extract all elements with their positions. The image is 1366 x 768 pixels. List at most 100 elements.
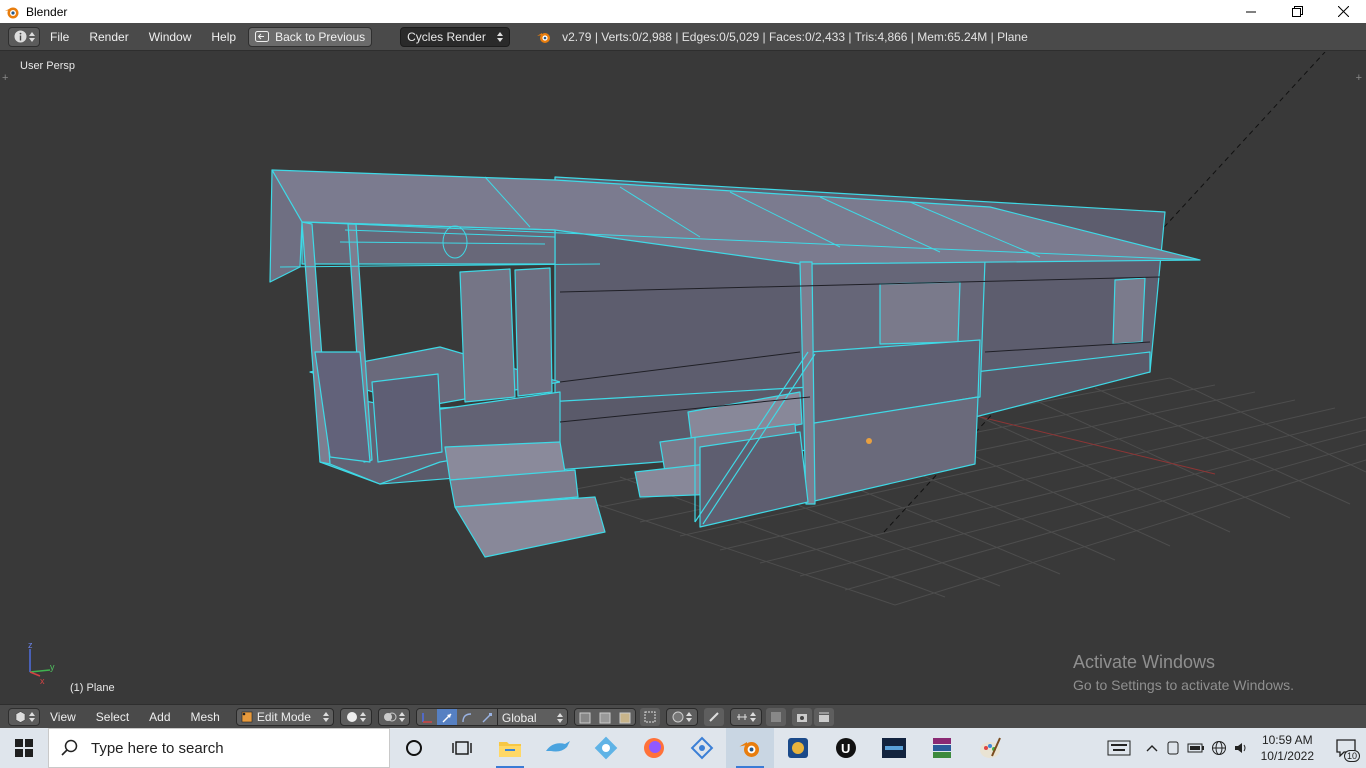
battery-icon[interactable] xyxy=(1187,740,1205,756)
opengl-animation-button[interactable] xyxy=(813,707,834,726)
snap-target-button[interactable] xyxy=(765,707,786,726)
taskbar-file-explorer[interactable] xyxy=(486,728,534,768)
snowflake-app-icon xyxy=(594,736,618,760)
updown-arrows-icon xyxy=(556,712,563,723)
clapperboard-icon xyxy=(818,711,829,722)
task-view-icon xyxy=(452,741,472,755)
game-launcher-icon xyxy=(882,738,906,758)
3d-view-editor-selector[interactable] xyxy=(8,707,40,726)
menu-window[interactable]: Window xyxy=(139,27,202,47)
menu-file[interactable]: File xyxy=(40,27,79,47)
device-icon[interactable] xyxy=(1165,740,1181,756)
rotate-manipulator-button[interactable] xyxy=(456,708,477,725)
activate-windows-watermark: Activate Windows Go to Settings to activ… xyxy=(1073,652,1294,693)
close-button[interactable] xyxy=(1320,0,1366,23)
updown-arrows-icon xyxy=(685,711,692,722)
network-globe-icon[interactable] xyxy=(1211,740,1227,756)
menu-help[interactable]: Help xyxy=(201,27,246,47)
left-railing-2 xyxy=(371,373,443,463)
menu-add[interactable]: Add xyxy=(139,710,180,724)
winrar-icon xyxy=(933,738,951,758)
axis-label-x: x xyxy=(40,676,45,686)
back-to-previous-label: Back to Previous xyxy=(275,29,366,44)
taskbar-snowflake-app[interactable] xyxy=(582,728,630,768)
taskbar-search-box[interactable]: Type here to search xyxy=(48,728,390,768)
render-engine-value: Cycles Render xyxy=(407,29,486,44)
manipulator-toggle[interactable] xyxy=(416,708,437,725)
virtual-keyboard-icon[interactable] xyxy=(1107,739,1131,757)
manipulator-icon xyxy=(422,712,432,723)
menu-view[interactable]: View xyxy=(40,710,86,724)
opengl-render-button[interactable] xyxy=(791,707,812,726)
cortana-button[interactable] xyxy=(390,728,438,768)
blender-logo-icon xyxy=(5,7,19,18)
updown-arrows-icon xyxy=(28,711,35,722)
pivot-point-icon xyxy=(383,712,397,721)
occlude-geometry-icon xyxy=(644,711,656,722)
scale-icon xyxy=(482,712,492,722)
interaction-mode-select[interactable]: Edit Mode xyxy=(235,707,334,726)
tool-shelf-toggle[interactable]: + xyxy=(2,72,8,84)
3d-viewport[interactable]: z y x User Persp + + (1) Plane Activate … xyxy=(0,52,1366,704)
transform-orientation-select[interactable]: Global xyxy=(496,708,567,725)
pivot-point-select[interactable] xyxy=(377,707,410,726)
taskbar-dolphin[interactable] xyxy=(534,728,582,768)
3d-cursor-icon[interactable] xyxy=(866,438,872,444)
snap-element-select[interactable] xyxy=(729,707,762,726)
transform-orientation-value: Global xyxy=(501,710,537,725)
start-button[interactable] xyxy=(0,728,48,768)
taskbar-firefox[interactable] xyxy=(630,728,678,768)
face-select-button[interactable] xyxy=(614,708,635,725)
back-to-previous-button[interactable]: Back to Previous xyxy=(248,26,373,47)
search-icon xyxy=(61,739,78,756)
taskbar-clock[interactable]: 10:59 AM 10/1/2022 xyxy=(1255,732,1320,764)
axis-gizmo: z y x xyxy=(28,640,55,686)
edge-select-button[interactable] xyxy=(594,708,615,725)
chevron-up-icon[interactable] xyxy=(1145,741,1159,755)
viewport-shading-select[interactable] xyxy=(339,707,372,726)
scale-manipulator-button[interactable] xyxy=(476,708,497,725)
snap-increment-icon xyxy=(736,713,747,720)
3d-scene[interactable]: z y x xyxy=(0,52,1366,704)
axis-label-z: z xyxy=(28,640,33,650)
clock-date: 10/1/2022 xyxy=(1260,749,1314,763)
info-header: File Render Window Help Back to Previous… xyxy=(0,23,1366,51)
3d-view-icon xyxy=(15,710,25,723)
translate-arrow-icon xyxy=(442,713,452,722)
volume-icon[interactable] xyxy=(1233,740,1249,756)
paint-icon xyxy=(980,737,1001,758)
search-placeholder: Type here to search xyxy=(91,739,224,757)
task-view-button[interactable] xyxy=(438,728,486,768)
updown-arrows-icon xyxy=(749,711,756,722)
clock-time: 10:59 AM xyxy=(1261,733,1313,747)
taskbar-media-player[interactable] xyxy=(774,728,822,768)
menu-select[interactable]: Select xyxy=(86,710,139,724)
left-stairs-3 xyxy=(454,496,606,558)
file-explorer-icon xyxy=(499,742,521,757)
right-window xyxy=(879,281,961,345)
translate-manipulator-button[interactable] xyxy=(436,708,457,725)
render-engine-select[interactable]: Cycles Render xyxy=(400,26,511,47)
vertex-select-button[interactable] xyxy=(574,708,595,725)
taskbar-game-launcher[interactable] xyxy=(870,728,918,768)
firefox-icon xyxy=(644,738,664,758)
house-mesh[interactable] xyxy=(269,169,1201,558)
menu-mesh[interactable]: Mesh xyxy=(181,710,230,724)
restore-button[interactable] xyxy=(1274,0,1320,23)
taskbar-unreal-engine[interactable]: U xyxy=(822,728,870,768)
limit-selection-button[interactable] xyxy=(639,707,660,726)
proportional-editing-select[interactable] xyxy=(665,707,698,726)
camera-icon xyxy=(796,713,807,722)
rotate-arc-icon xyxy=(462,712,471,722)
notification-center-button[interactable]: 10 xyxy=(1326,728,1366,768)
minimize-button[interactable] xyxy=(1228,0,1274,23)
taskbar-paint[interactable] xyxy=(966,728,1014,768)
properties-shelf-toggle[interactable]: + xyxy=(1356,72,1362,84)
taskbar-blender[interactable] xyxy=(726,728,774,768)
blender-icon xyxy=(739,742,759,757)
snap-toggle-button[interactable] xyxy=(703,707,724,726)
taskbar-winrar[interactable] xyxy=(918,728,966,768)
menu-render[interactable]: Render xyxy=(79,27,138,47)
editor-type-selector[interactable] xyxy=(8,26,40,47)
taskbar-vpn-app[interactable] xyxy=(678,728,726,768)
